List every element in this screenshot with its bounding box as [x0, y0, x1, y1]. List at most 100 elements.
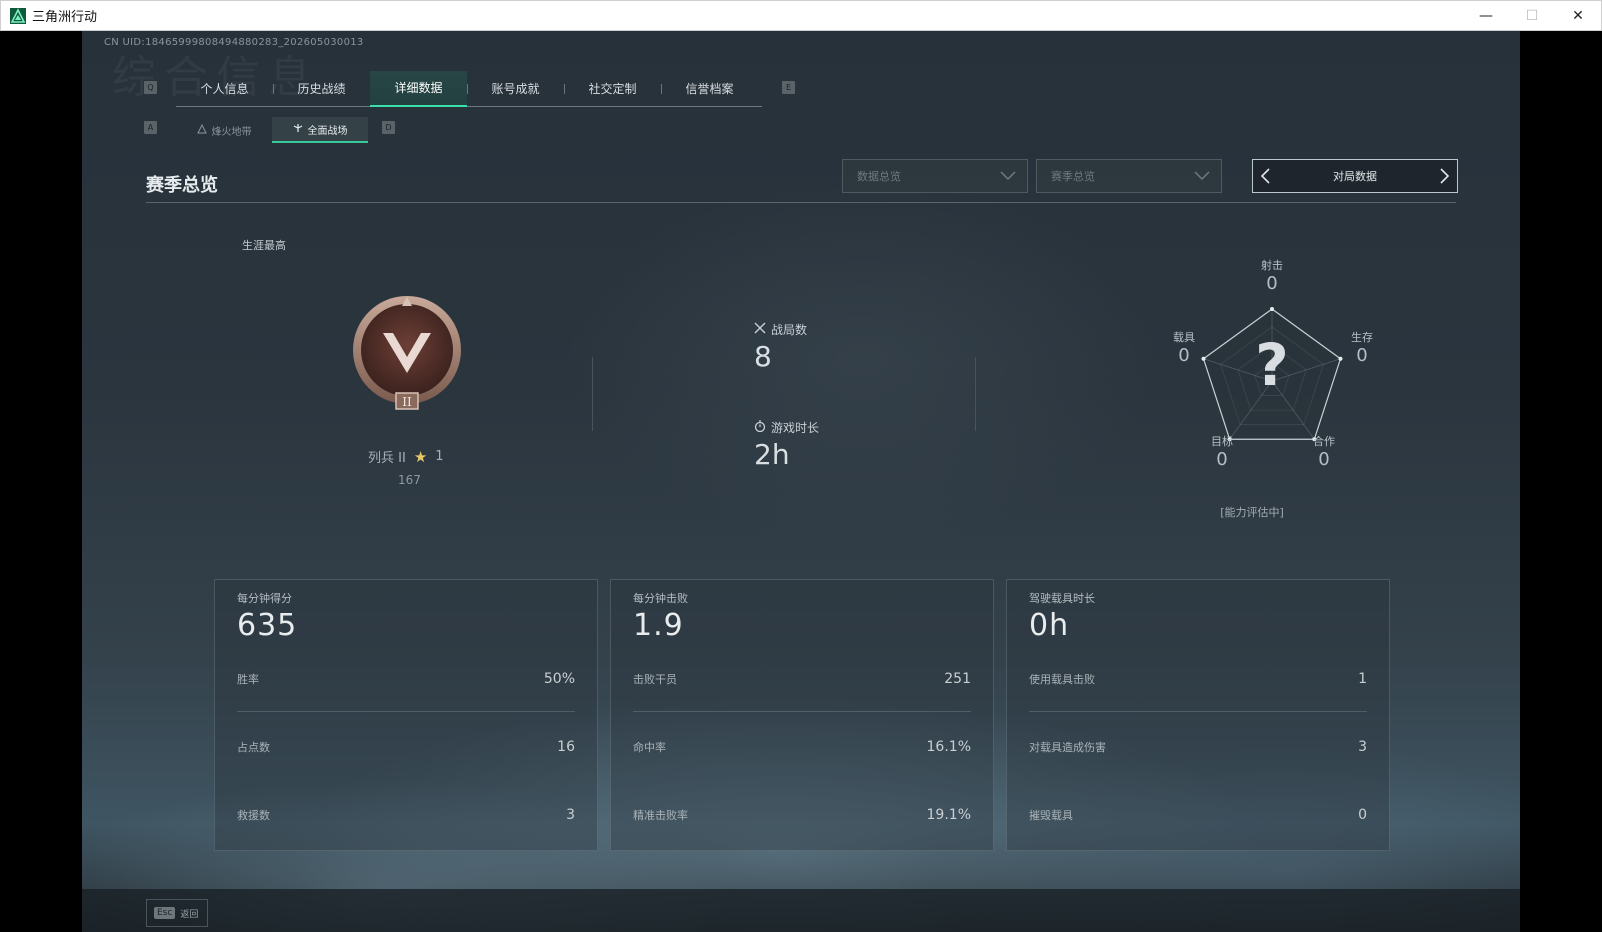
game-viewport: 综合信息 CN UID:18465999808494880283_2026050…	[0, 31, 1602, 932]
row-label: 命中率	[633, 741, 666, 754]
divider	[592, 357, 593, 431]
card-row: 救援数 3	[237, 782, 575, 848]
tab-social-custom[interactable]: 社交定制	[564, 71, 661, 107]
chevron-down-icon	[999, 168, 1017, 187]
rank-badge-icon: II	[350, 295, 464, 413]
radar-status-text: [能力评估中]	[1220, 506, 1284, 519]
career-highest-label: 生涯最高	[242, 239, 286, 252]
maximize-button[interactable]: ☐	[1509, 1, 1555, 31]
card-big-value: 0h	[1029, 608, 1070, 643]
playtime-stat: 游戏时长 2h	[754, 419, 819, 471]
card-row: 精准击败率 19.1%	[633, 782, 971, 848]
subtab-prev-key-hint[interactable]: A	[144, 121, 157, 134]
season-overview-dropdown-value: 赛季总览	[1051, 170, 1095, 183]
chevron-down-icon	[1193, 168, 1211, 187]
tab-credit-record[interactable]: 信誉档案	[661, 71, 758, 107]
app-logo-icon	[10, 7, 26, 24]
row-label: 占点数	[237, 741, 270, 754]
divider	[975, 357, 976, 431]
matches-stat: 战局数 8	[754, 321, 807, 373]
data-overview-dropdown[interactable]: 数据总览	[842, 159, 1028, 193]
row-value: 3	[566, 807, 575, 823]
subtab-hazard-zone[interactable]: 烽火地带	[176, 117, 272, 143]
pager-next-arrow-icon[interactable]	[1437, 167, 1451, 188]
row-label: 对载具造成伤害	[1029, 741, 1106, 754]
subtab-full-battlefield[interactable]: 全面战场	[272, 117, 368, 143]
radar-label-teamwork: 合作	[1313, 435, 1335, 448]
radar-value-survival: 0	[1356, 345, 1368, 366]
bottom-bar	[82, 889, 1520, 932]
card-row: 占点数 16	[237, 714, 575, 780]
window-titlebar: 三角洲行动 — ☐ ✕	[0, 0, 1602, 31]
subtab-next-key-hint[interactable]: D	[382, 121, 395, 134]
card-row: 胜率 50%	[237, 646, 575, 712]
row-label: 救援数	[237, 809, 270, 822]
rank-name: 列兵 II	[368, 451, 406, 466]
card-big-value: 635	[237, 608, 298, 643]
row-value: 251	[944, 670, 971, 687]
mode-subtabs: 烽火地带 全面战场	[176, 117, 368, 143]
section-divider	[146, 202, 1456, 203]
badge-numeral: II	[402, 395, 412, 409]
game-scene: 综合信息 CN UID:18465999808494880283_2026050…	[82, 31, 1520, 932]
rank-score: 167	[398, 473, 421, 487]
rank-name-row: 列兵 II ★ 1	[368, 447, 444, 467]
row-label: 摧毁载具	[1029, 809, 1073, 822]
back-label: 返回	[180, 909, 199, 920]
card-row: 击败干员 251	[633, 646, 971, 712]
row-label: 使用载具击败	[1029, 672, 1095, 686]
tab-prev-key-hint[interactable]: Q	[144, 81, 157, 94]
radar-value-teamwork: 0	[1318, 449, 1330, 470]
row-value: 1	[1358, 670, 1367, 687]
matches-value: 8	[754, 340, 772, 373]
card-row: 使用载具击败 1	[1029, 646, 1367, 712]
pager-prev-arrow-icon[interactable]	[1259, 167, 1273, 188]
player-uid: CN UID:18465999808494880283_202605030013	[104, 37, 364, 48]
esc-key-hint: Esc	[154, 907, 176, 919]
card-title: 每分钟击败	[633, 592, 688, 605]
card-title: 每分钟得分	[237, 592, 292, 605]
crossed-swords-icon	[754, 322, 766, 337]
rank-stars: 1	[435, 449, 444, 464]
row-value: 19.1%	[926, 807, 971, 823]
playtime-label: 游戏时长	[771, 421, 820, 435]
radar-value-objective: 0	[1216, 449, 1228, 470]
vehicle-time-card: 驾驶载具时长 0h 使用载具击败 1 对载具造成伤害 3 摧毁载具 0	[1006, 579, 1390, 851]
close-button[interactable]: ✕	[1555, 1, 1601, 31]
row-label: 精准击败率	[633, 809, 688, 822]
radar-label-objective: 目标	[1211, 435, 1233, 448]
subtab-hazard-zone-label: 烽火地带	[211, 126, 252, 138]
radar-vertex-dot	[1270, 307, 1274, 311]
matches-label: 战局数	[771, 323, 808, 337]
stopwatch-icon	[754, 420, 766, 435]
data-overview-dropdown-value: 数据总览	[857, 170, 901, 183]
battlefield-icon	[293, 123, 303, 136]
window-title: 三角洲行动	[32, 10, 98, 25]
match-data-pager: 对局数据	[1252, 159, 1458, 193]
radar-value-vehicle: 0	[1178, 345, 1190, 366]
card-row: 摧毁载具 0	[1029, 782, 1367, 848]
tab-next-key-hint[interactable]: E	[782, 81, 795, 94]
card-row: 命中率 16.1%	[633, 714, 971, 780]
row-label: 击败干员	[633, 672, 677, 686]
star-icon: ★	[413, 447, 428, 466]
radar-label-survival: 生存	[1351, 331, 1373, 344]
tab-history[interactable]: 历史战绩	[273, 71, 370, 107]
radar-value-shooting: 0	[1266, 273, 1278, 294]
card-title: 驾驶载具时长	[1029, 592, 1095, 605]
row-value: 16.1%	[926, 739, 971, 755]
tab-detailed-data[interactable]: 详细数据	[370, 70, 467, 107]
season-overview-dropdown[interactable]: 赛季总览	[1036, 159, 1222, 193]
row-value: 50%	[543, 670, 575, 687]
minimize-button[interactable]: —	[1463, 1, 1509, 31]
radar-label-shooting: 射击	[1261, 259, 1283, 272]
main-tabs: 个人信息 历史战绩 详细数据 账号成就 社交定制 信誉档案	[176, 70, 762, 107]
tab-personal-info[interactable]: 个人信息	[176, 71, 273, 107]
card-row: 对载具造成伤害 3	[1029, 714, 1367, 780]
row-value: 0	[1358, 807, 1367, 823]
pager-label: 对局数据	[1333, 170, 1377, 183]
back-button[interactable]: Esc 返回	[146, 899, 208, 927]
row-label: 胜率	[237, 672, 259, 686]
tab-achievements[interactable]: 账号成就	[467, 71, 564, 107]
row-value: 3	[1358, 739, 1367, 755]
